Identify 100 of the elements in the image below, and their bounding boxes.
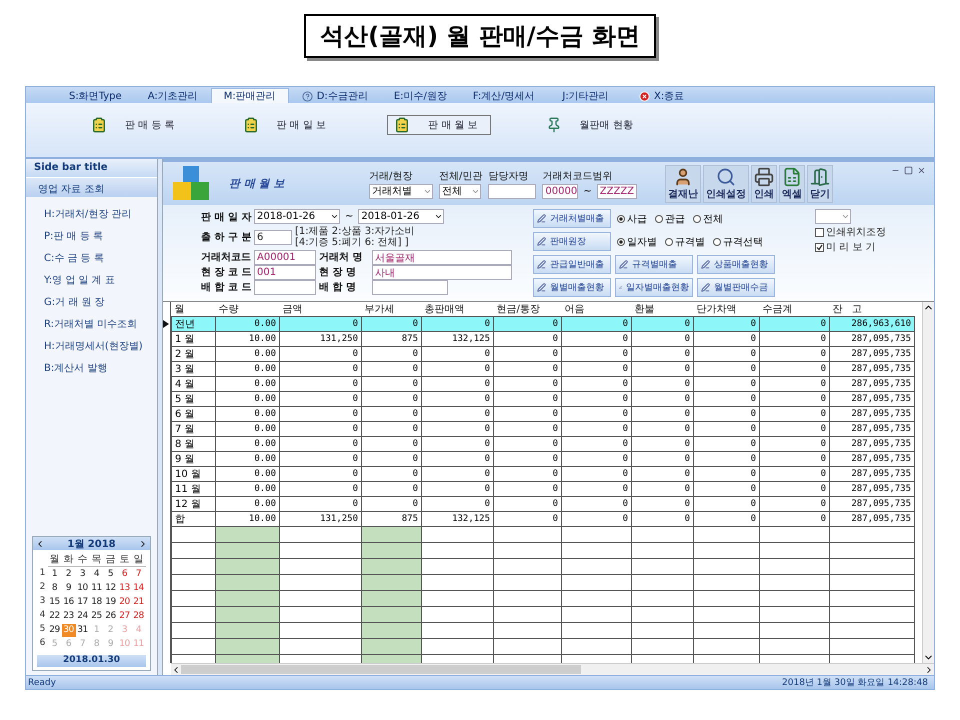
table-cell: 0: [280, 496, 362, 512]
calendar-day[interactable]: 27: [118, 610, 132, 623]
sidebar-link[interactable]: P:판 매 등 록: [44, 229, 157, 243]
toolbar-button[interactable]: 인쇄설정: [702, 164, 749, 202]
sidebar-link[interactable]: Y:영 업 일 계 표: [44, 273, 157, 287]
table-cell: 0: [494, 362, 562, 376]
calendar-day[interactable]: 3: [76, 568, 90, 581]
sidebar-link[interactable]: H:거래처/현장 관리: [44, 207, 157, 221]
filter-dropdown[interactable]: 거래처별: [369, 184, 433, 198]
menu-tab[interactable]: F:계산/명세서: [460, 88, 548, 103]
calendar-day[interactable]: 4: [90, 568, 104, 581]
calendar-day[interactable]: 2: [62, 568, 76, 581]
table-cell: 0: [632, 332, 694, 346]
report-button[interactable]: 관급일반매출: [533, 255, 611, 274]
calendar-day[interactable]: 24: [76, 610, 90, 623]
calendar-day[interactable]: 11: [90, 582, 104, 595]
toolbar-button[interactable]: 결재난: [664, 164, 701, 202]
ribbon-button[interactable]: 판 매 월 보: [387, 115, 491, 135]
checkbox-option[interactable]: 미 리 보 기: [815, 240, 886, 254]
menu-tab[interactable]: M:판매관리: [210, 88, 289, 103]
menu-tab[interactable]: A:기초관리: [134, 88, 211, 103]
radio-option[interactable]: 전체: [693, 212, 723, 226]
radio-option[interactable]: 일자별: [617, 234, 657, 248]
range-to-field[interactable]: ZZZZZ: [596, 184, 637, 198]
input-field[interactable]: A00001: [254, 250, 316, 265]
report-button[interactable]: 판매원장: [533, 232, 611, 251]
menu-tab[interactable]: D:수금관리: [288, 88, 381, 103]
calendar-day[interactable]: 19: [104, 596, 118, 609]
range-from-field[interactable]: 00000: [542, 184, 578, 198]
calendar-day[interactable]: 1: [48, 568, 62, 581]
radio-option[interactable]: 규격선택: [713, 234, 763, 248]
report-button[interactable]: 월별매출현황: [533, 278, 611, 297]
today-button[interactable]: 2018.01.30: [37, 655, 146, 667]
sidebar-link[interactable]: B:계산서 발행: [44, 361, 157, 375]
calendar-day[interactable]: 10: [76, 582, 90, 595]
report-button[interactable]: 월별판매수금: [697, 278, 775, 297]
calendar-day[interactable]: 12: [104, 582, 118, 595]
calendar-day[interactable]: 25: [90, 610, 104, 623]
vertical-scrollbar[interactable]: [922, 302, 934, 663]
sidebar-section[interactable]: 영업 자료 조회: [26, 177, 157, 197]
sidebar-link[interactable]: H:거래명세서(현장별): [44, 339, 157, 353]
calendar-day[interactable]: 8: [48, 582, 62, 595]
radio-option[interactable]: 사급: [617, 212, 647, 226]
radio-option[interactable]: 규격별: [665, 234, 705, 248]
calendar-day[interactable]: 31: [76, 624, 90, 637]
ribbon-button[interactable]: 판 매 일 보: [236, 115, 340, 135]
menu-tab[interactable]: E:미수/원장: [380, 88, 460, 103]
scroll-thumb[interactable]: [181, 665, 581, 674]
input-field[interactable]: 사내: [372, 265, 512, 280]
calendar-day[interactable]: 7: [132, 568, 146, 581]
date-picker[interactable]: 2018-01-26: [358, 209, 444, 224]
calendar-day[interactable]: 29: [48, 624, 62, 637]
toolbar-button[interactable]: 인쇄: [750, 164, 777, 202]
input-field[interactable]: [254, 280, 316, 295]
calendar-day[interactable]: 21: [132, 596, 146, 609]
radio-option[interactable]: 관급: [655, 212, 685, 226]
calendar-day[interactable]: 15: [48, 596, 62, 609]
table-cell: 0: [280, 392, 362, 406]
report-button[interactable]: 규격별매출: [615, 255, 693, 274]
toolbar-button[interactable]: 엑셀: [778, 164, 805, 202]
report-button[interactable]: 상품매출현황: [697, 255, 775, 274]
calendar-day[interactable]: 5: [104, 568, 118, 581]
filter-dropdown[interactable]: 전체: [439, 184, 481, 198]
calendar-day[interactable]: 6: [118, 568, 132, 581]
ribbon-button[interactable]: 월판매 현황: [538, 115, 646, 135]
pen-icon: [701, 260, 710, 269]
table-cell: 10.00: [216, 512, 280, 526]
calendar-day[interactable]: 26: [104, 610, 118, 623]
column-header: 환불: [632, 302, 694, 316]
ribbon-button[interactable]: 판 매 등 록: [84, 115, 188, 135]
checkbox-option[interactable]: 인쇄위치조정: [815, 225, 886, 239]
calendar-day[interactable]: 18: [90, 596, 104, 609]
sidebar-link[interactable]: R:거래처별 미수조회: [44, 317, 157, 331]
report-button[interactable]: 거래처별매출: [533, 209, 611, 228]
calendar-day[interactable]: 17: [76, 596, 90, 609]
calendar-day[interactable]: 14: [132, 582, 146, 595]
sidebar-link[interactable]: C:수 금 등 록: [44, 251, 157, 265]
menu-tab[interactable]: J:기타관리: [548, 88, 624, 103]
ribbon-label: 판 매 월 보: [428, 119, 478, 132]
menu-tab[interactable]: S:화면Type: [56, 88, 135, 103]
calendar-day[interactable]: 22: [48, 610, 62, 623]
calendar-day[interactable]: 13: [118, 582, 132, 595]
toolbar-button[interactable]: 닫기: [806, 164, 833, 202]
calendar-day[interactable]: 28: [132, 610, 146, 623]
calendar-day[interactable]: 9: [62, 582, 76, 595]
report-button[interactable]: 일자별매출현황: [615, 278, 693, 297]
sidebar-link[interactable]: G:거 래 원 장: [44, 295, 157, 309]
calendar-day[interactable]: 23: [62, 610, 76, 623]
calendar-day[interactable]: 16: [62, 596, 76, 609]
horizontal-scrollbar[interactable]: [171, 663, 934, 675]
close-icon[interactable]: [917, 166, 926, 175]
input-field[interactable]: 001: [254, 265, 316, 280]
input-field[interactable]: 서울골재: [372, 250, 512, 265]
calendar-day[interactable]: 20: [118, 596, 132, 609]
menu-tab[interactable]: X:종료: [624, 88, 700, 103]
maximize-icon[interactable]: [904, 166, 913, 175]
input-field[interactable]: [372, 280, 448, 295]
input-field[interactable]: 6: [254, 230, 292, 244]
date-picker[interactable]: 2018-01-26: [254, 209, 340, 224]
input-field[interactable]: [488, 184, 536, 198]
